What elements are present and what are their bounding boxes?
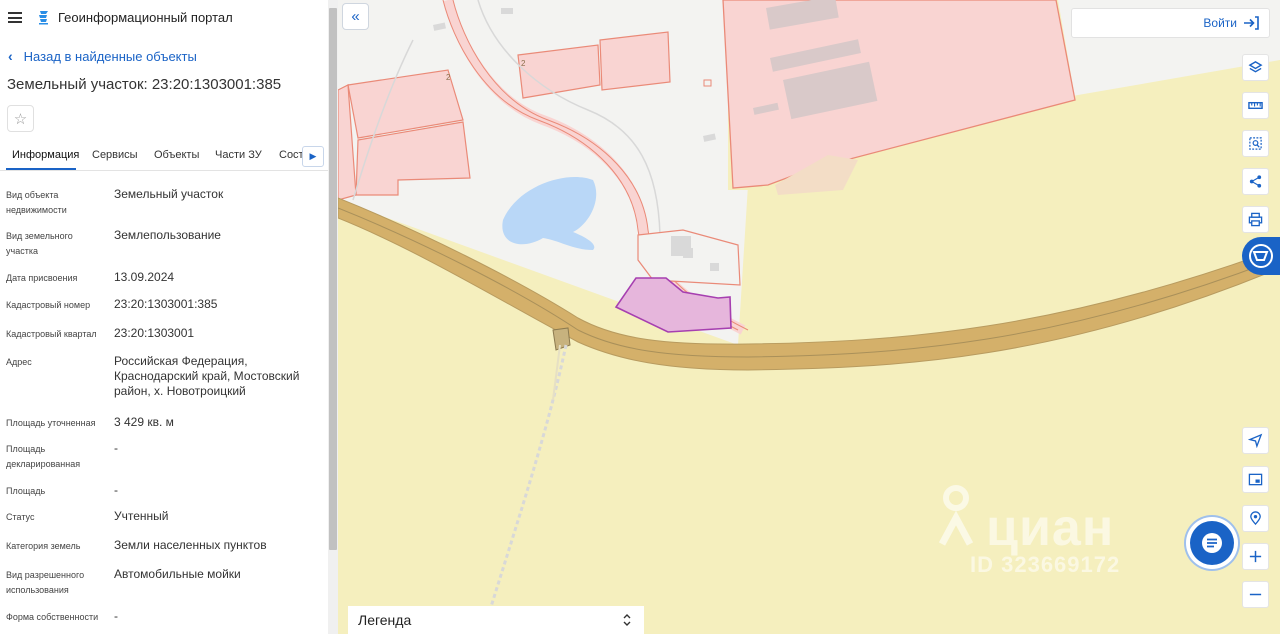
chevron-left-icon: ‹ xyxy=(8,48,13,64)
info-value: Землепользование xyxy=(114,228,221,242)
info-label: Площадь xyxy=(6,486,46,496)
zoom-out-button[interactable] xyxy=(1242,581,1269,608)
login-button[interactable]: Войти xyxy=(1071,8,1270,38)
zoom-in-icon xyxy=(1249,550,1262,563)
panel-header: Геоинформационный портал xyxy=(0,0,328,36)
minimap-icon xyxy=(1248,473,1263,486)
tab-bar: Информация Сервисы Объекты Части ЗУ Сост… xyxy=(0,144,328,171)
minimap-button[interactable] xyxy=(1242,466,1269,493)
zoom-out-icon xyxy=(1249,593,1262,596)
info-label: Кадастровый квартал xyxy=(6,329,97,339)
scrollbar-thumb[interactable] xyxy=(329,8,337,550)
pkk-logo-icon xyxy=(1249,244,1273,268)
app-title: Геоинформационный портал xyxy=(58,10,233,25)
double-chevron-left-icon: « xyxy=(351,8,360,25)
info-label: Категория земель xyxy=(6,541,81,551)
info-label: Вид разрешенного использования xyxy=(6,570,85,595)
collapse-panel-button[interactable]: « xyxy=(342,3,369,30)
share-icon xyxy=(1249,175,1262,188)
expand-collapse-icon xyxy=(623,614,631,626)
info-value: Российская Федерация, Краснодарский край… xyxy=(114,354,300,398)
print-button[interactable] xyxy=(1242,206,1269,233)
info-value: Земельный участок xyxy=(114,187,224,201)
back-link-label: Назад в найденные объекты xyxy=(23,48,197,64)
building xyxy=(683,248,693,258)
info-value: 13.09.2024 xyxy=(114,270,175,284)
panel-scrollbar[interactable] xyxy=(328,0,338,634)
tab-parts[interactable]: Части ЗУ xyxy=(215,149,262,161)
area-select-button[interactable] xyxy=(1242,130,1269,157)
info-value: - xyxy=(114,609,118,623)
info-value: 23:20:1303001:385 xyxy=(114,297,218,311)
building-number: 2 xyxy=(446,73,451,82)
geo-search-button[interactable] xyxy=(1242,505,1269,532)
tab-objects[interactable]: Объекты xyxy=(154,149,199,161)
back-to-results-link[interactable]: ‹ Назад в найденные объекты xyxy=(8,48,197,64)
info-label: Кадастровый номер xyxy=(6,300,91,310)
info-value: - xyxy=(114,483,118,497)
map-view[interactable]: 2 2 циан ID 323669172 « Войти Легенда xyxy=(338,0,1280,634)
pkk-button[interactable] xyxy=(1242,237,1280,275)
info-label: Адрес xyxy=(6,357,32,367)
ruler-button[interactable] xyxy=(1242,92,1269,119)
info-label: Дата присвоения xyxy=(6,273,78,283)
info-value: Земли населенных пунктов xyxy=(114,538,267,552)
star-icon: ☆ xyxy=(13,110,28,128)
info-label: Статус xyxy=(6,512,35,522)
info-value: 23:20:1303001 xyxy=(114,326,195,340)
building xyxy=(710,263,719,271)
active-tab-indicator xyxy=(6,168,76,170)
info-value: 3 429 кв. м xyxy=(114,415,174,429)
layers-icon xyxy=(1248,61,1263,73)
menu-icon[interactable] xyxy=(8,12,22,23)
ruler-icon xyxy=(1248,101,1263,110)
page-title: Земельный участок: 23:20:1303001:385 xyxy=(7,76,282,93)
tabs-scroll-right-button[interactable]: ▶ xyxy=(302,146,324,167)
login-icon xyxy=(1244,16,1259,30)
locate-icon xyxy=(1248,433,1263,448)
map-canvas[interactable]: 2 2 xyxy=(338,0,1280,634)
tab-services[interactable]: Сервисы xyxy=(92,149,138,161)
favorite-star-button[interactable]: ☆ xyxy=(7,105,34,132)
info-value: - xyxy=(114,441,118,455)
info-label: Форма собственности xyxy=(6,612,99,622)
login-label: Войти xyxy=(1203,16,1237,30)
locate-button[interactable] xyxy=(1242,427,1269,454)
info-label: Площадь декларированная xyxy=(6,444,81,469)
info-panel: Геоинформационный портал ‹ Назад в найде… xyxy=(0,0,338,634)
zoom-in-button[interactable] xyxy=(1242,543,1269,570)
info-label: Вид земельного участка xyxy=(6,231,73,256)
parcel-3 xyxy=(599,31,671,91)
geo-search-icon xyxy=(1250,511,1261,526)
share-button[interactable] xyxy=(1242,168,1269,195)
info-value: Учтенный xyxy=(114,509,169,523)
chat-button[interactable] xyxy=(1190,521,1234,565)
area-select-icon xyxy=(1249,137,1262,150)
building-number: 2 xyxy=(521,59,526,68)
app-root: Геоинформационный портал ‹ Назад в найде… xyxy=(0,0,1280,634)
info-label: Площадь уточненная xyxy=(6,418,96,428)
legend-toggle[interactable]: Легенда xyxy=(348,606,644,634)
portal-logo-icon xyxy=(39,11,48,25)
info-label: Вид объекта недвижимости xyxy=(6,190,67,215)
print-icon xyxy=(1248,212,1263,227)
layers-button[interactable] xyxy=(1242,54,1269,81)
chat-icon xyxy=(1202,533,1222,553)
structure xyxy=(501,8,513,14)
legend-label: Легенда xyxy=(358,612,412,628)
info-value: Автомобильные мойки xyxy=(114,567,241,581)
tab-info[interactable]: Информация xyxy=(12,149,79,161)
caret-right-icon: ▶ xyxy=(309,151,317,161)
